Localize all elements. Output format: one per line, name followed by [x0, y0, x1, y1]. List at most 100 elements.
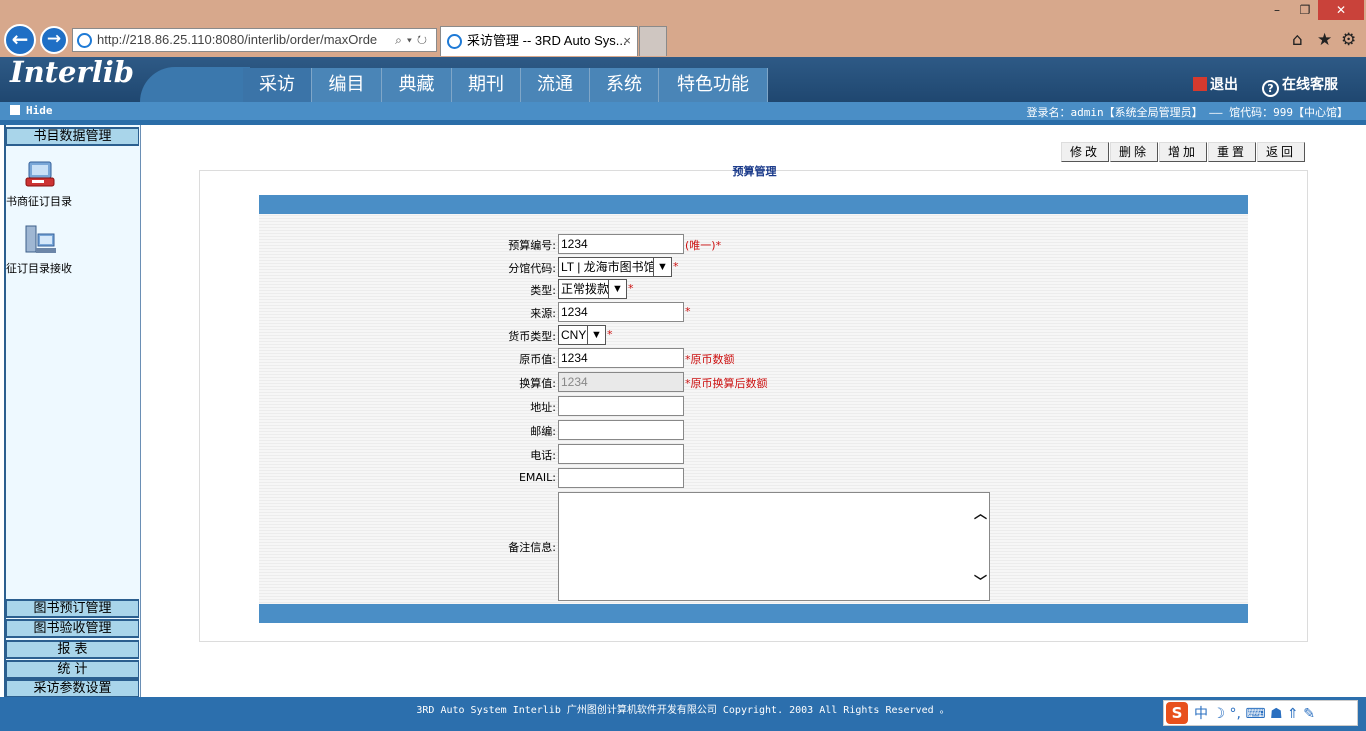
- row-source: 来源: 1234 *: [259, 301, 1248, 323]
- phone-label: 电话:: [530, 449, 556, 462]
- nav-tab-collection[interactable]: 典藏: [382, 68, 452, 102]
- email-label: EMAIL:: [518, 471, 556, 484]
- row-type: 类型: 正常拨款 ▼ *: [259, 278, 1248, 300]
- type-value: 正常拨款: [561, 282, 610, 296]
- header-swoosh: [140, 67, 250, 102]
- ime-status[interactable]: 中 ☽ °, ⌨ ☗ ⇑ ✎: [1194, 703, 1315, 723]
- original-value-label: 原币值:: [519, 353, 556, 366]
- nav-tab-circulation[interactable]: 流通: [521, 68, 590, 102]
- sub-bar: Hide 登录名：admin【系统全局管理员】 —— 馆代码：999【中心馆】: [0, 102, 1366, 120]
- add-button[interactable]: 增加: [1159, 142, 1207, 162]
- favorites-icon[interactable]: ★: [1317, 30, 1332, 50]
- chevron-down-icon: ▼: [608, 280, 626, 298]
- hide-toggle[interactable]: Hide: [10, 104, 53, 117]
- delete-button[interactable]: 删除: [1110, 142, 1158, 162]
- phone-input[interactable]: [558, 444, 684, 464]
- branch-select[interactable]: LT | 龙海市图书馆 ▼: [558, 257, 672, 277]
- browser-tab[interactable]: 采访管理 -- 3RD Auto Sys... ×: [440, 26, 638, 56]
- branch-label: 分馆代码:: [508, 262, 556, 275]
- maximize-button[interactable]: ❐: [1290, 0, 1320, 20]
- sidebar-header-params[interactable]: 采访参数设置: [6, 679, 139, 698]
- currency-select[interactable]: CNY ▼: [558, 325, 606, 345]
- row-phone: 电话:: [259, 443, 1248, 465]
- sidebar-header-reports[interactable]: 报 表: [6, 640, 139, 659]
- budget-no-note: (唯一)*: [685, 239, 722, 252]
- sidebar-header-bibliographic[interactable]: 书目数据管理: [6, 127, 139, 146]
- postcode-label: 邮编:: [530, 425, 556, 438]
- checkbox-icon: [10, 105, 20, 115]
- remark-textarea[interactable]: ︿ ﹀: [558, 492, 990, 601]
- sidebar: 书目数据管理 书商征订目录 征订目录接收 图书预订管理 图书验收管理 报 表 统…: [0, 125, 141, 700]
- nav-tab-periodicals[interactable]: 期刊: [452, 68, 521, 102]
- row-email: EMAIL:: [259, 467, 1248, 489]
- scroll-down-icon[interactable]: ﹀: [974, 571, 987, 590]
- sidebar-item-vendor-catalog[interactable]: 书商征订目录: [6, 193, 72, 209]
- browser-chrome: – ❐ ✕ ← → http://218.86.25.110:8080/inte…: [0, 0, 1366, 57]
- source-note: *: [685, 305, 691, 318]
- help-icon: ?: [1262, 80, 1279, 97]
- ime-toolbar[interactable]: S 中 ☽ °, ⌨ ☗ ⇑ ✎: [1163, 700, 1358, 726]
- type-select[interactable]: 正常拨款 ▼: [558, 279, 627, 299]
- sidebar-header-acceptance[interactable]: 图书验收管理: [6, 619, 139, 638]
- exit-label: 退出: [1210, 77, 1238, 93]
- address-url: http://218.86.25.110:8080/interlib/order…: [97, 32, 378, 47]
- remark-label: 备注信息:: [508, 541, 556, 554]
- form-header-strip: [259, 195, 1248, 214]
- copyright-text: 3RD Auto System Interlib 广州图创计算机软件开发有限公司…: [416, 705, 950, 716]
- nav-tab-features[interactable]: 特色功能: [659, 68, 768, 102]
- main-nav: 采访 编目 典藏 期刊 流通 系统 特色功能: [243, 68, 768, 102]
- exit-button[interactable]: 退出: [1193, 74, 1238, 94]
- row-budget-no: 预算编号: 1234 (唯一)*: [259, 233, 1248, 255]
- minimize-button[interactable]: –: [1262, 0, 1292, 20]
- reset-button[interactable]: 重置: [1208, 142, 1256, 162]
- new-tab-button[interactable]: [639, 26, 667, 56]
- sidebar-header-preorder[interactable]: 图书预订管理: [6, 599, 139, 618]
- online-service-label: 在线客服: [1282, 77, 1338, 93]
- row-converted-value: 换算值: 1234 *原币换算后数额: [259, 371, 1248, 393]
- home-icon[interactable]: ⌂: [1292, 30, 1303, 50]
- sidebar-header-statistics[interactable]: 统 计: [6, 660, 139, 679]
- close-window-button[interactable]: ✕: [1318, 0, 1364, 20]
- scroll-up-icon[interactable]: ︿: [974, 503, 987, 522]
- nav-tab-system[interactable]: 系统: [590, 68, 659, 102]
- back-button[interactable]: ←: [4, 24, 36, 56]
- type-label: 类型:: [530, 284, 556, 297]
- online-service-button[interactable]: ? 在线客服: [1262, 74, 1338, 97]
- postcode-input[interactable]: [558, 420, 684, 440]
- row-original-value: 原币值: 1234 *原币数额: [259, 347, 1248, 369]
- address-controls[interactable]: ⌕▾↻: [380, 29, 436, 51]
- budget-no-input[interactable]: 1234: [558, 234, 684, 254]
- edit-button[interactable]: 修改: [1061, 142, 1109, 162]
- address-bar[interactable]: http://218.86.25.110:8080/interlib/order…: [72, 28, 437, 52]
- branch-note: *: [673, 260, 679, 273]
- converted-value-label: 换算值:: [519, 377, 556, 390]
- nav-tab-cataloging[interactable]: 编目: [312, 68, 382, 102]
- sogou-icon[interactable]: S: [1166, 702, 1188, 724]
- back-button-app[interactable]: 返回: [1257, 142, 1305, 162]
- branch-value: LT | 龙海市图书馆: [561, 260, 656, 274]
- divider: [0, 120, 1366, 125]
- nav-tab-acquisition[interactable]: 采访: [243, 68, 312, 102]
- network-icon[interactable]: [24, 224, 60, 256]
- exit-icon: [1193, 77, 1207, 91]
- action-toolbar: 修改 删除 增加 重置 返回: [1061, 142, 1306, 162]
- tab-close-icon[interactable]: ×: [623, 27, 631, 55]
- forward-button[interactable]: →: [40, 26, 68, 54]
- sidebar-item-catalog-receive[interactable]: 征订目录接收: [6, 260, 72, 276]
- ie-icon: [447, 34, 462, 49]
- source-input[interactable]: 1234: [558, 302, 684, 322]
- row-postcode: 邮编:: [259, 419, 1248, 441]
- converted-value-note: *原币换算后数额: [685, 377, 768, 390]
- original-value-input[interactable]: 1234: [558, 348, 684, 368]
- chevron-down-icon: ▼: [653, 258, 671, 276]
- row-address: 地址:: [259, 395, 1248, 417]
- address-input[interactable]: [558, 396, 684, 416]
- source-label: 来源:: [530, 307, 556, 320]
- email-input[interactable]: [558, 468, 684, 488]
- ie-icon: [77, 33, 92, 48]
- gear-icon[interactable]: ⚙: [1341, 30, 1356, 50]
- login-info: 登录名：admin【系统全局管理员】 —— 馆代码：999【中心馆】: [1026, 106, 1348, 119]
- computer-icon[interactable]: [24, 158, 60, 190]
- original-value-note: *原币数额: [685, 353, 735, 366]
- row-currency: 货币类型: CNY ▼ *: [259, 324, 1248, 346]
